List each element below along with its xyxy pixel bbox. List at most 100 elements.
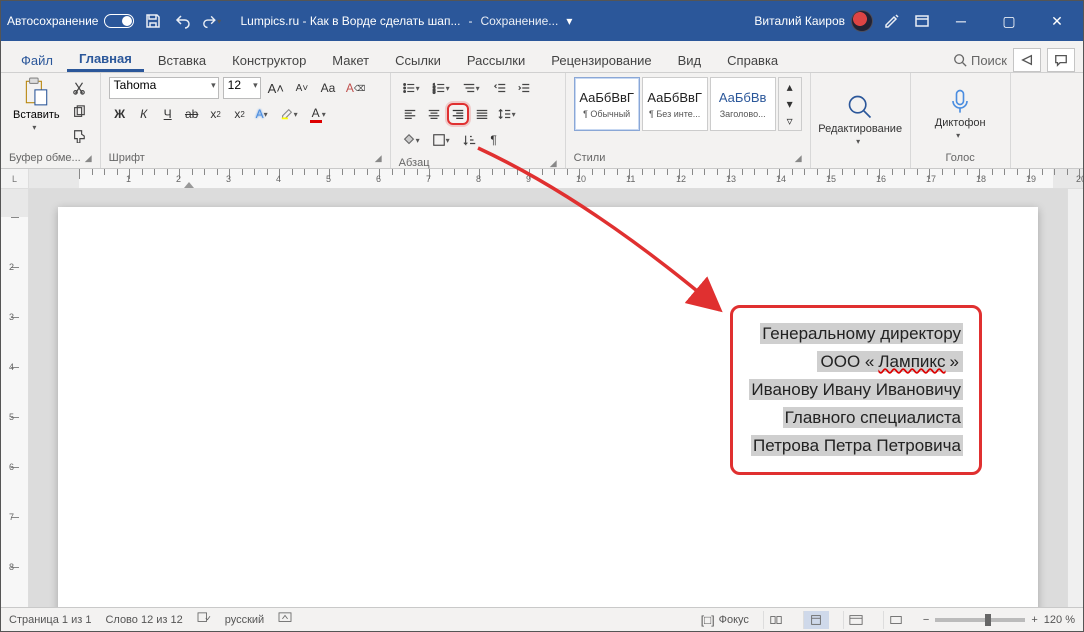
numbering-button[interactable]: 123▾ — [429, 77, 457, 99]
web-layout-icon[interactable] — [843, 611, 869, 629]
clear-formatting-button[interactable]: A⌫ — [343, 77, 368, 99]
style-heading1[interactable]: АаБбВвЗаголово... — [710, 77, 776, 131]
tab-help[interactable]: Справка — [715, 47, 790, 72]
status-bar: Страница 1 из 1 Слово 12 из 12 русский [… — [1, 607, 1083, 631]
header-line-3[interactable]: Иванову Ивану Ивановичу — [749, 376, 963, 404]
superscript-button[interactable]: x2 — [229, 103, 251, 125]
zoom-slider[interactable] — [935, 618, 1025, 622]
styles-expand-icon[interactable]: ▿ — [779, 112, 801, 129]
styles-scroll-down-icon[interactable]: ▾ — [779, 95, 801, 112]
cut-button[interactable] — [68, 77, 90, 99]
maximize-button[interactable]: ▢ — [989, 1, 1029, 41]
header-line-1[interactable]: Генеральному директору — [749, 320, 963, 348]
shrink-font-button[interactable]: A˅ — [291, 77, 313, 99]
align-center-button[interactable] — [423, 103, 445, 125]
vertical-scrollbar[interactable] — [1067, 189, 1083, 607]
tab-references[interactable]: Ссылки — [383, 47, 453, 72]
shading-button[interactable]: ▾ — [399, 129, 427, 151]
show-marks-button[interactable]: ¶ — [483, 129, 505, 151]
multilevel-list-button[interactable]: ▾ — [459, 77, 487, 99]
page[interactable]: Генеральному директору ООО «Лампикс» Ива… — [58, 207, 1038, 607]
tab-design[interactable]: Конструктор — [220, 47, 318, 72]
tab-view[interactable]: Вид — [666, 47, 714, 72]
increase-indent-button[interactable] — [513, 77, 535, 99]
minimize-button[interactable]: ─ — [941, 1, 981, 41]
macro-icon[interactable] — [278, 612, 292, 627]
styles-launcher-icon[interactable]: ◢ — [795, 153, 802, 164]
group-styles: АаБбВвГ¶ Обычный АаБбВвГ¶ Без инте... Аа… — [566, 73, 811, 168]
grow-font-button[interactable]: A˄ — [265, 77, 287, 99]
language-status[interactable]: русский — [225, 614, 264, 626]
zoom-control[interactable]: − + 120 % — [923, 614, 1075, 626]
vertical-ruler[interactable]: 2345678 — [1, 189, 29, 607]
tab-file[interactable]: Файл — [9, 47, 65, 72]
search-label: Поиск — [971, 53, 1007, 68]
editing-button[interactable]: Редактирование▾ — [814, 91, 906, 148]
zoom-in-button[interactable]: + — [1031, 614, 1037, 626]
subscript-button[interactable]: x2 — [205, 103, 227, 125]
search-box[interactable]: Поиск — [953, 53, 1007, 68]
bold-button[interactable]: Ж — [109, 103, 131, 125]
font-size-select[interactable]: 12 — [223, 77, 261, 99]
dictate-button[interactable]: Диктофон▾ — [931, 85, 990, 142]
word-count[interactable]: Слово 12 из 12 — [105, 614, 182, 626]
highlight-button[interactable]: ▾ — [277, 103, 305, 125]
clipboard-launcher-icon[interactable]: ◢ — [85, 153, 92, 164]
align-right-button[interactable] — [447, 103, 469, 125]
styles-scroll-up-icon[interactable]: ▴ — [779, 78, 801, 95]
page-count[interactable]: Страница 1 из 1 — [9, 614, 91, 626]
font-color-button[interactable]: A▾ — [307, 103, 333, 125]
redo-icon[interactable]: ▾ — [202, 10, 224, 32]
autosave-toggle[interactable] — [104, 14, 134, 28]
tab-mailings[interactable]: Рассылки — [455, 47, 537, 72]
bullets-button[interactable]: ▾ — [399, 77, 427, 99]
format-painter-button[interactable] — [68, 125, 90, 147]
spellcheck-icon[interactable] — [197, 612, 211, 627]
read-mode-icon[interactable] — [763, 611, 789, 629]
paste-button[interactable]: Вставить▾ — [9, 77, 64, 132]
line-spacing-button[interactable]: ▾ — [495, 103, 523, 125]
tab-home[interactable]: Главная — [67, 45, 144, 72]
header-line-2[interactable]: ООО «Лампикс» — [749, 348, 963, 376]
header-line-5[interactable]: Петрова Петра Петровича — [749, 432, 963, 460]
font-launcher-icon[interactable]: ◢ — [375, 153, 382, 164]
group-editing: Редактирование▾ — [811, 73, 911, 168]
focus-mode[interactable]: [□]Фокус — [701, 613, 749, 627]
comments-button[interactable] — [1047, 48, 1075, 72]
change-case-button[interactable]: Aa — [317, 77, 339, 99]
undo-icon[interactable] — [172, 10, 194, 32]
macros-status-icon[interactable] — [883, 611, 909, 629]
italic-button[interactable]: К — [133, 103, 155, 125]
indent-marker[interactable] — [184, 182, 194, 188]
paragraph-launcher-icon[interactable]: ◢ — [550, 158, 557, 169]
save-icon[interactable] — [142, 10, 164, 32]
print-layout-icon[interactable] — [803, 611, 829, 629]
style-normal[interactable]: АаБбВвГ¶ Обычный — [574, 77, 640, 131]
tab-review[interactable]: Рецензирование — [539, 47, 663, 72]
align-left-button[interactable] — [399, 103, 421, 125]
header-line-4[interactable]: Главного специалиста — [749, 404, 963, 432]
document-scroll[interactable]: Генеральному директору ООО «Лампикс» Ива… — [29, 189, 1067, 607]
tab-layout[interactable]: Макет — [320, 47, 381, 72]
word-window: Автосохранение ▾ Lumpics.ru - Как в Ворд… — [0, 0, 1084, 632]
copy-button[interactable] — [68, 101, 90, 123]
close-button[interactable]: ✕ — [1037, 1, 1077, 41]
strikethrough-button[interactable]: ab — [181, 103, 203, 125]
ribbon-options-icon[interactable] — [911, 10, 933, 32]
tab-insert[interactable]: Вставка — [146, 47, 218, 72]
draw-tools-icon[interactable] — [881, 10, 903, 32]
justify-button[interactable] — [471, 103, 493, 125]
zoom-level[interactable]: 120 % — [1044, 614, 1075, 626]
style-no-spacing[interactable]: АаБбВвГ¶ Без инте... — [642, 77, 708, 131]
user-account[interactable]: Виталий Каиров — [754, 10, 873, 32]
decrease-indent-button[interactable] — [489, 77, 511, 99]
borders-button[interactable]: ▾ — [429, 129, 457, 151]
text-effects-button[interactable]: A▾ — [253, 103, 275, 125]
font-name-select[interactable]: Tahoma — [109, 77, 219, 99]
underline-button[interactable]: Ч — [157, 103, 179, 125]
horizontal-ruler[interactable]: L 123456789101112131415161718192021 — [1, 169, 1083, 189]
share-button[interactable] — [1013, 48, 1041, 72]
zoom-out-button[interactable]: − — [923, 614, 929, 626]
sort-button[interactable] — [459, 129, 481, 151]
ruler-corner[interactable]: L — [1, 169, 29, 188]
